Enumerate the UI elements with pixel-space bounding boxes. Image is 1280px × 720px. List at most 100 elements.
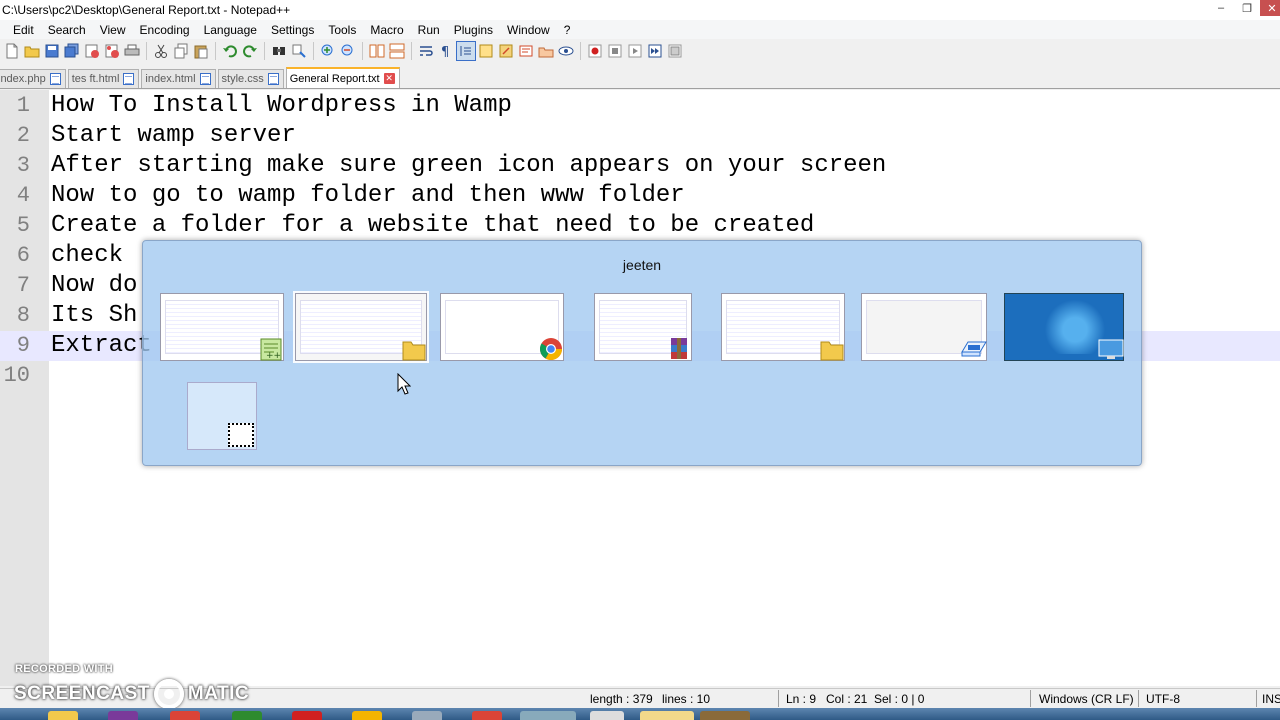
taskbar-app-icon[interactable] — [520, 711, 576, 720]
function-list-icon[interactable] — [517, 42, 535, 60]
tab-label: index.html — [145, 73, 196, 85]
minimize-button[interactable]: – — [1208, 0, 1234, 16]
redo-icon[interactable] — [241, 42, 259, 60]
zoom-out-icon[interactable] — [339, 42, 357, 60]
line-number: 1 — [16, 93, 30, 118]
status-col: Col : 21 — [826, 692, 868, 706]
status-ln: Ln : 9 — [786, 692, 817, 706]
replace-icon[interactable] — [290, 42, 308, 60]
taskbar-app-icon[interactable] — [472, 711, 502, 720]
taskbar-explorer-icon[interactable] — [48, 711, 78, 720]
switcher-thumb-explorer-1[interactable] — [293, 291, 429, 363]
save-all-icon[interactable] — [63, 42, 81, 60]
sync-h-icon[interactable] — [388, 42, 406, 60]
window-controls: – ❐ ✕ — [1208, 0, 1280, 16]
taskbar-app-icon[interactable] — [700, 711, 750, 720]
line-text: Create a folder for a website that need … — [51, 212, 815, 239]
folder-icon — [818, 336, 846, 362]
taskbar-chrome-icon[interactable] — [170, 711, 200, 720]
menu-edit[interactable]: Edit — [0, 23, 41, 37]
function-list-icon[interactable] — [497, 42, 515, 60]
editor-line[interactable]: 5 Create a folder for a website that need… — [0, 211, 1280, 241]
toolbar-separator — [580, 42, 581, 60]
line-text: After starting make sure green icon appe… — [51, 152, 887, 179]
taskbar-app-icon[interactable] — [590, 711, 624, 720]
close-tab-icon[interactable]: ✕ — [383, 73, 395, 84]
wrap-icon[interactable] — [417, 42, 435, 60]
sync-v-icon[interactable] — [368, 42, 386, 60]
doc-map-icon[interactable] — [477, 42, 495, 60]
switcher-thumb-explorer-2[interactable] — [721, 293, 845, 361]
undo-icon[interactable] — [221, 42, 239, 60]
taskbar-app-icon[interactable] — [352, 711, 382, 720]
monitor-icon[interactable] — [557, 42, 575, 60]
copy-icon[interactable] — [172, 42, 190, 60]
paste-icon[interactable] — [192, 42, 210, 60]
play-macro-icon[interactable] — [626, 42, 644, 60]
editor-line[interactable]: 2 Start wamp server — [0, 121, 1280, 151]
menu-search[interactable]: Search — [41, 23, 93, 37]
window-placeholder-icon — [228, 423, 254, 447]
taskbar-app-icon[interactable] — [412, 711, 442, 720]
status-eol: Windows (CR LF) — [1039, 692, 1134, 706]
tab-general-report-txt[interactable]: General Report.txt ✕ — [285, 67, 400, 88]
menu-run[interactable]: Run — [411, 23, 447, 37]
record-macro-icon[interactable] — [586, 42, 604, 60]
editor-line[interactable]: 4 Now to go to wamp folder and then www f… — [0, 181, 1280, 211]
taskbar-app-icon[interactable] — [292, 711, 322, 720]
file-icon — [199, 73, 211, 85]
title-bar: C:\Users\pc2\Desktop\General Report.txt … — [0, 0, 1280, 20]
watermark-brand-left: SCREENCAST — [14, 683, 150, 704]
show-all-chars-icon[interactable]: ¶ — [437, 42, 455, 60]
taskbar-app-icon[interactable] — [232, 711, 262, 720]
run-macro-multiple-icon[interactable] — [646, 42, 664, 60]
cut-icon[interactable] — [152, 42, 170, 60]
stop-macro-icon[interactable] — [606, 42, 624, 60]
switcher-thumb-desktop[interactable] — [1004, 293, 1124, 361]
tab-index-html[interactable]: index.html — [141, 69, 216, 88]
status-sel: Sel : 0 | 0 — [874, 692, 925, 706]
switcher-thumb-notepad-plus-plus[interactable]: ++ — [160, 293, 284, 361]
tab-tes-ft-html[interactable]: tes ft.html — [67, 69, 140, 88]
open-file-icon[interactable] — [23, 42, 41, 60]
file-icon — [49, 73, 61, 85]
taskbar — [0, 708, 1280, 720]
new-file-icon[interactable] — [3, 42, 21, 60]
indent-guide-icon[interactable] — [456, 41, 476, 61]
menu-encoding[interactable]: Encoding — [133, 23, 197, 37]
save-icon[interactable] — [43, 42, 61, 60]
find-icon[interactable] — [270, 42, 288, 60]
close-window-button[interactable]: ✕ — [1260, 0, 1280, 16]
taskbar-winrar-icon[interactable] — [108, 711, 138, 720]
menu-language[interactable]: Language — [197, 23, 264, 37]
print-icon[interactable] — [123, 42, 141, 60]
menu-macro[interactable]: Macro — [363, 23, 410, 37]
menu-view[interactable]: View — [93, 23, 133, 37]
switcher-thumb-chrome[interactable] — [440, 293, 564, 361]
switcher-thumb-empty[interactable] — [187, 382, 257, 450]
maximize-button[interactable]: ❐ — [1234, 0, 1260, 16]
menu-plugins[interactable]: Plugins — [447, 23, 500, 37]
menu-tools[interactable]: Tools — [321, 23, 363, 37]
watermark-logo: SCREENCAST MATIC — [14, 679, 249, 709]
tab-style-css[interactable]: style.css — [217, 69, 284, 88]
tab-index-php[interactable]: index.php — [0, 69, 66, 88]
editor-line[interactable]: 1 How To Install Wordpress in Wamp — [0, 91, 1280, 121]
editor-line[interactable]: 3 After starting make sure green icon app… — [0, 151, 1280, 181]
menu-window[interactable]: Window — [500, 23, 557, 37]
switcher-thumb-winrar[interactable] — [594, 293, 692, 361]
status-separator — [1138, 690, 1139, 707]
menu-settings[interactable]: Settings — [264, 23, 321, 37]
menu-help[interactable]: ? — [557, 23, 578, 37]
save-macro-icon[interactable] — [666, 42, 684, 60]
screencast-logo-icon — [153, 679, 184, 709]
close-all-icon[interactable] — [103, 42, 121, 60]
status-mode: INS — [1262, 692, 1280, 706]
switcher-thumb-run-dialog[interactable] — [861, 293, 987, 361]
window-switcher: jeeten ++ — [142, 240, 1142, 466]
zoom-in-icon[interactable] — [319, 42, 337, 60]
taskbar-notepad-plus-plus-icon[interactable] — [640, 711, 694, 720]
tab-label: style.css — [221, 73, 264, 85]
close-icon[interactable] — [83, 42, 101, 60]
folder-workspace-icon[interactable] — [537, 42, 555, 60]
